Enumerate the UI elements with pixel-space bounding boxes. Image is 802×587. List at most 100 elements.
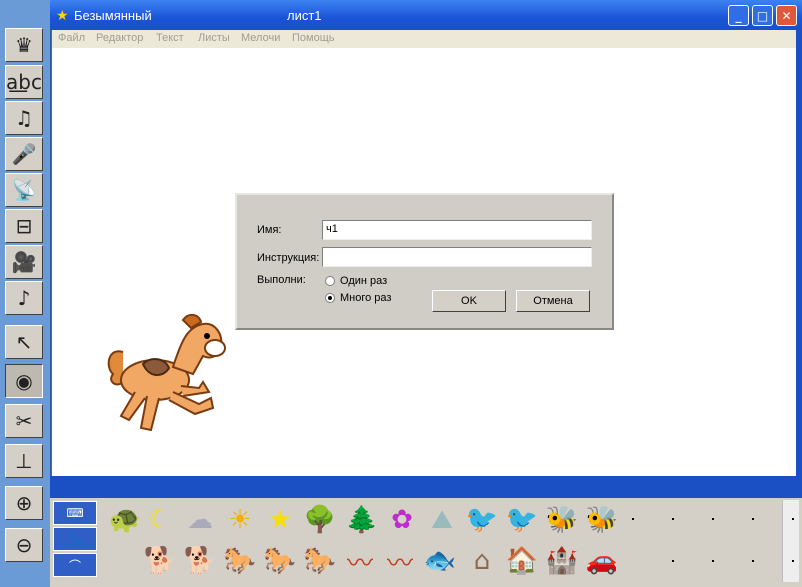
eye-icon: ◉ [15,369,33,393]
zoom-out-tool-button[interactable]: ⊖ [5,528,43,562]
zoom-in-tool-button[interactable]: ⊕ [5,486,43,520]
minimize-button[interactable]: _ [728,5,749,26]
sun-icon[interactable]: ☀ [220,500,260,540]
zoom-in-icon: ⊕ [15,491,33,515]
name-input[interactable]: ч1 [322,220,592,240]
zoom-out-icon: ⊖ [15,533,33,557]
flower-icon[interactable]: ✿ [382,500,422,540]
microphone-icon: 🎤 [11,142,37,166]
shape-tab-icon: ⌒ [68,558,81,573]
video-camera-tool-button[interactable]: 🎥 [5,245,43,279]
instruction-dialog: Имя: ч1 Инструкция: Выполни: Один раз Мн… [235,193,614,330]
slider-icon: ⊟ [15,214,33,238]
pointer-tool-button[interactable]: ↖ [5,325,43,359]
satellite-dish-icon: 📡 [11,178,37,202]
bee-icon[interactable]: 🐝 [542,500,582,540]
run-label: Выполни: [257,274,306,286]
sheet-name: лист1 [287,8,322,23]
red-bird-icon[interactable]: 🐦 [462,500,502,540]
star-icon[interactable]: ★ [260,500,300,540]
menu-bar: Файл Редактор Текст Листы Мелочи Помощь [52,30,796,48]
video-camera-icon: 🎥 [11,250,37,274]
name-label: Имя: [257,224,282,236]
castle-icon[interactable]: 🏰 [542,541,582,581]
music-note-icon: ♫ [15,106,33,130]
empty-slot[interactable] [712,518,714,520]
menu-item-0[interactable]: Файл [58,32,85,44]
empty-slot[interactable] [712,560,714,562]
horse-icon[interactable]: 🐎 [220,541,260,581]
maximize-button[interactable]: □ [752,5,773,26]
cd-music-tool-button[interactable]: ♪ [5,281,43,315]
dog-tab[interactable]: 🐾 [53,527,97,551]
empty-slot[interactable] [752,518,754,520]
cd-music-icon: ♪ [17,286,31,310]
music-note-tool-button[interactable]: ♫ [5,101,43,135]
radio-once[interactable] [325,276,335,286]
title-bar: ★ Безымянный лист1 _ □ ✕ [50,0,802,30]
ok-button[interactable]: OK [432,290,506,312]
empty-slot[interactable] [632,518,634,520]
snake-icon[interactable]: 〰 [340,541,380,581]
radio-many[interactable] [325,293,335,303]
window-title: Безымянный [74,8,152,23]
keyboard-tab[interactable]: ⌨ [53,501,97,525]
horse-2-icon[interactable]: 🐎 [260,541,300,581]
window-frame-right [796,30,802,480]
app-star-icon: ★ [56,7,69,23]
eye-tool-button[interactable]: ◉ [5,364,43,398]
empty-slot[interactable] [752,560,754,562]
menu-item-2[interactable]: Текст [156,32,184,44]
dog-tab-icon: 🐾 [67,532,83,546]
car-icon[interactable]: 🚗 [582,541,622,581]
scissors-tool-button[interactable]: ✂ [5,404,43,438]
tree-icon[interactable]: 🌳 [300,500,340,540]
keyboard-tab-icon: ⌨ [66,506,84,520]
red-bird-2-icon[interactable]: 🐦 [502,500,542,540]
hut-icon[interactable]: ⌂ [462,541,502,581]
turtle-icon[interactable]: 🐢 [105,500,145,540]
menu-item-3[interactable]: Листы [198,32,230,44]
microphone-tool-button[interactable]: 🎤 [5,137,43,171]
shape-tab[interactable]: ⌒ [53,553,97,577]
instruction-label: Инструкция: [257,252,320,264]
left-toolbar: ♛ a͟bc ♫ 🎤 📡 ⊟ 🎥 ♪ ↖ ◉ ✂ ⊥ ⊕ ⊖ [0,0,51,587]
dog-icon[interactable]: 🐕 [140,541,180,581]
moon-icon[interactable]: ☾ [140,500,180,540]
menu-item-1[interactable]: Редактор [96,32,143,44]
satellite-dish-tool-button[interactable]: 📡 [5,173,43,207]
slider-tool-button[interactable]: ⊟ [5,209,43,243]
horse-sprite[interactable] [103,312,229,438]
option-once-label: Один раз [340,275,388,287]
pointer-icon: ↖ [15,330,33,354]
stamp-icon: ⊥ [15,449,33,473]
empty-slot[interactable] [672,560,674,562]
text-box-icon: a͟bc [6,70,42,94]
window-frame-bottom [50,476,802,498]
empty-slot[interactable] [792,518,794,520]
new-turtle-icon: ♛ [15,33,33,57]
empty-slot[interactable] [792,560,794,562]
empty-slot[interactable] [672,518,674,520]
new-turtle-tool-button[interactable]: ♛ [5,28,43,62]
option-many-label: Много раз [340,292,392,304]
bee-2-icon[interactable]: 🐝 [582,500,622,540]
cloud-icon[interactable]: ☁ [180,500,220,540]
shape-palette: ⌨ 🐾 ⌒ 🐢 ☾ ☁ ☀ ★ 🌳 🌲 ✿ ⛰ 🐦 🐦 🐝 🐝 🐕 🐕 🐎 🐎 🐎 〰〰 🐟 ⌂ 🏠 🏰 🚗 [50,498,802,587]
fish-icon[interactable]: 🐟 [420,541,460,581]
house-icon[interactable]: 🏠 [502,541,542,581]
text-box-tool-button[interactable]: a͟bc [5,65,43,99]
cancel-button[interactable]: Отмена [516,290,590,312]
instruction-input[interactable] [322,247,592,267]
horse-3-icon[interactable]: 🐎 [300,541,340,581]
mountain-icon[interactable]: ⛰ [422,500,462,540]
menu-item-4[interactable]: Мелочи [241,32,280,44]
palette-scrollbar[interactable] [782,500,799,582]
stamp-tool-button[interactable]: ⊥ [5,444,43,478]
scissors-icon: ✂ [15,409,33,433]
snake-2-icon[interactable]: 〰 [380,541,420,581]
menu-item-5[interactable]: Помощь [292,32,335,44]
dog-2-icon[interactable]: 🐕 [180,541,220,581]
pine-tree-icon[interactable]: 🌲 [342,500,382,540]
close-button[interactable]: ✕ [776,5,797,26]
